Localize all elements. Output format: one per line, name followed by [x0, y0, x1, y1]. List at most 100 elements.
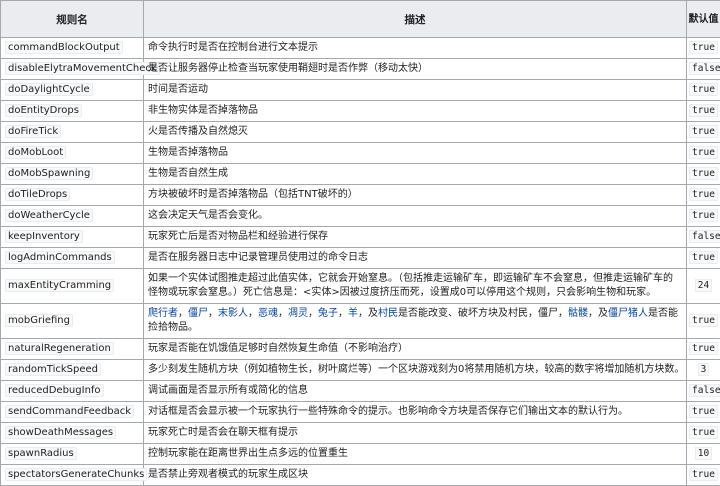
- rule-description: 如果一个实体试图推走超过此值实体，它就会开始窒息。（包括推走运输矿车，即运输矿车…: [144, 269, 687, 304]
- rule-name: disableElytraMovementCheck: [5, 62, 160, 75]
- default-value: true: [689, 104, 718, 117]
- default-value: true: [689, 251, 718, 264]
- default-value: true: [689, 41, 718, 54]
- rule-description: 生物是否掉落物品: [144, 143, 687, 164]
- table-row: showDeathMessages 玩家死亡时是否会在聊天框有提示 true: [1, 423, 720, 444]
- link-villager[interactable]: 村民: [378, 308, 398, 319]
- rule-description: 方块被破坏时是否掉落物品（包括TNT破坏的）: [144, 185, 687, 206]
- table-row: doEntityDrops 非生物实体是否掉落物品 true: [1, 101, 720, 122]
- rule-name: doTileDrops: [5, 188, 70, 201]
- default-value: true: [689, 167, 718, 180]
- separator-text: ，: [178, 308, 188, 319]
- default-value: true: [689, 146, 718, 159]
- default-value: true: [689, 342, 718, 355]
- table-row: doDaylightCycle 时间是否运动 true: [1, 80, 720, 101]
- rule-description: 多少刻发生随机方块（例如植物生长，树叶腐烂等）一个区块游戏刻为0将禁用随机方块，…: [144, 360, 687, 381]
- rule-name: doEntityDrops: [5, 104, 82, 117]
- table-row: spectatorsGenerateChunks 是否禁止旁观者模式的玩家生成区…: [1, 465, 720, 486]
- gamerule-table: 规则名 描述 默认值 commandBlockOutput 命令执行时是否在控制…: [0, 0, 720, 486]
- separator-text: ，: [278, 308, 288, 319]
- rule-description: 控制玩家能在距离世界出生点多远的位置重生: [144, 444, 687, 465]
- table-row: doMobSpawning 生物是否自然生成 true: [1, 164, 720, 185]
- default-value: true: [689, 405, 718, 418]
- table-row: doFireTick 火是否传播及自然熄灭 true: [1, 122, 720, 143]
- rule-name: showDeathMessages: [5, 426, 116, 439]
- default-value: true: [689, 188, 718, 201]
- header-rule-name: 规则名: [1, 1, 144, 38]
- table-row: randomTickSpeed 多少刻发生随机方块（例如植物生长，树叶腐烂等）一…: [1, 360, 720, 381]
- link-enderman[interactable]: 末影人: [218, 308, 248, 319]
- link-sheep[interactable]: 羊: [348, 308, 358, 319]
- rule-name: spectatorsGenerateChunks: [5, 468, 147, 481]
- link-zombie-pigman[interactable]: 僵尸猪人: [608, 308, 648, 319]
- table-row: disableElytraMovementCheck 是否让服务器停止检查当玩家…: [1, 59, 720, 80]
- default-value: true: [689, 426, 718, 439]
- rule-description: 是否在服务器日志中记录管理员使用过的命令日志: [144, 248, 687, 269]
- table-row: keepInventory 玩家死亡后是否对物品栏和经验进行保存 false: [1, 227, 720, 248]
- rule-name: sendCommandFeedback: [5, 405, 134, 418]
- rule-name: doDaylightCycle: [5, 83, 93, 96]
- rule-description: 非生物实体是否掉落物品: [144, 101, 687, 122]
- default-value: true: [689, 209, 718, 222]
- rule-name: reducedDebugInfo: [5, 384, 104, 397]
- rule-description: 对话框是否会显示被一个玩家执行一些特殊命令的提示。也影响命令方块是否保存它们输出…: [144, 402, 687, 423]
- rule-description: 生物是否自然生成: [144, 164, 687, 185]
- link-ghast[interactable]: 恶魂: [258, 308, 278, 319]
- default-value: false: [689, 384, 720, 397]
- table-row: naturalRegeneration 玩家是否能在饥饿值足够时自然恢复生命值（…: [1, 339, 720, 360]
- default-value: 3: [698, 363, 710, 376]
- link-zombie[interactable]: 僵尸: [188, 308, 208, 319]
- table-row: commandBlockOutput 命令执行时是否在控制台进行文本提示 tru…: [1, 38, 720, 59]
- rule-description: 这会决定天气是否会变化。: [144, 206, 687, 227]
- table-row: maxEntityCramming 如果一个实体试图推走超过此值实体，它就会开始…: [1, 269, 720, 304]
- separator-text: ，及: [588, 308, 608, 319]
- rule-name: keepInventory: [5, 230, 83, 243]
- default-value: true: [689, 83, 718, 96]
- default-value: true: [689, 125, 718, 138]
- default-value: true: [689, 314, 718, 327]
- rule-name: doFireTick: [5, 125, 61, 138]
- table-row: doTileDrops 方块被破坏时是否掉落物品（包括TNT破坏的） true: [1, 185, 720, 206]
- table-row: reducedDebugInfo 调试画面是否显示所有或简化的信息 false: [1, 381, 720, 402]
- rule-description: 时间是否运动: [144, 80, 687, 101]
- header-description: 描述: [144, 1, 687, 38]
- table-row: doWeatherCycle 这会决定天气是否会变化。 true: [1, 206, 720, 227]
- default-value: true: [689, 468, 718, 481]
- rule-description: 是否让服务器停止检查当玩家使用鞘翅时是否作弊（移动太快）: [144, 59, 687, 80]
- link-skeleton[interactable]: 骷髅: [568, 308, 588, 319]
- table-row: logAdminCommands 是否在服务器日志中记录管理员使用过的命令日志 …: [1, 248, 720, 269]
- rule-name: doWeatherCycle: [5, 209, 93, 222]
- rule-name: doMobLoot: [5, 146, 66, 159]
- table-row: doMobLoot 生物是否掉落物品 true: [1, 143, 720, 164]
- rule-description: 是否禁止旁观者模式的玩家生成区块: [144, 465, 687, 486]
- rule-description: 爬行者，僵尸，末影人，恶魂，凋灵，兔子，羊，及村民是否能改变、破坏方块及村民，僵…: [144, 304, 687, 339]
- rule-description: 火是否传播及自然熄灭: [144, 122, 687, 143]
- rule-description: 调试画面是否显示所有或简化的信息: [144, 381, 687, 402]
- link-creeper[interactable]: 爬行者: [148, 308, 178, 319]
- link-wither[interactable]: 凋灵: [288, 308, 308, 319]
- table-row: mobGriefing 爬行者，僵尸，末影人，恶魂，凋灵，兔子，羊，及村民是否能…: [1, 304, 720, 339]
- rule-name: mobGriefing: [5, 314, 73, 327]
- default-value: false: [689, 230, 720, 243]
- separator-text: ，: [338, 308, 348, 319]
- rule-description: 玩家是否能在饥饿值足够时自然恢复生命值（不影响治疗）: [144, 339, 687, 360]
- rule-name: maxEntityCramming: [5, 279, 114, 292]
- rule-description: 玩家死亡后是否对物品栏和经验进行保存: [144, 227, 687, 248]
- description-text: 是否能改变、破坏方块及村民，僵尸，: [398, 308, 568, 319]
- rule-name: randomTickSpeed: [5, 363, 101, 376]
- rule-name: logAdminCommands: [5, 251, 115, 264]
- separator-text: ，: [248, 308, 258, 319]
- rule-description: 玩家死亡时是否会在聊天框有提示: [144, 423, 687, 444]
- rule-name: commandBlockOutput: [5, 41, 123, 54]
- default-value: false: [689, 62, 720, 75]
- separator-text: ，: [208, 308, 218, 319]
- table-row: sendCommandFeedback 对话框是否会显示被一个玩家执行一些特殊命…: [1, 402, 720, 423]
- table-row: spawnRadius 控制玩家能在距离世界出生点多远的位置重生 10: [1, 444, 720, 465]
- link-rabbit[interactable]: 兔子: [318, 308, 338, 319]
- separator-text: ，及: [358, 308, 378, 319]
- separator-text: ，: [308, 308, 318, 319]
- rule-name: doMobSpawning: [5, 167, 93, 180]
- header-default: 默认值: [687, 1, 720, 38]
- default-value: 24: [695, 279, 712, 292]
- rule-description: 命令执行时是否在控制台进行文本提示: [144, 38, 687, 59]
